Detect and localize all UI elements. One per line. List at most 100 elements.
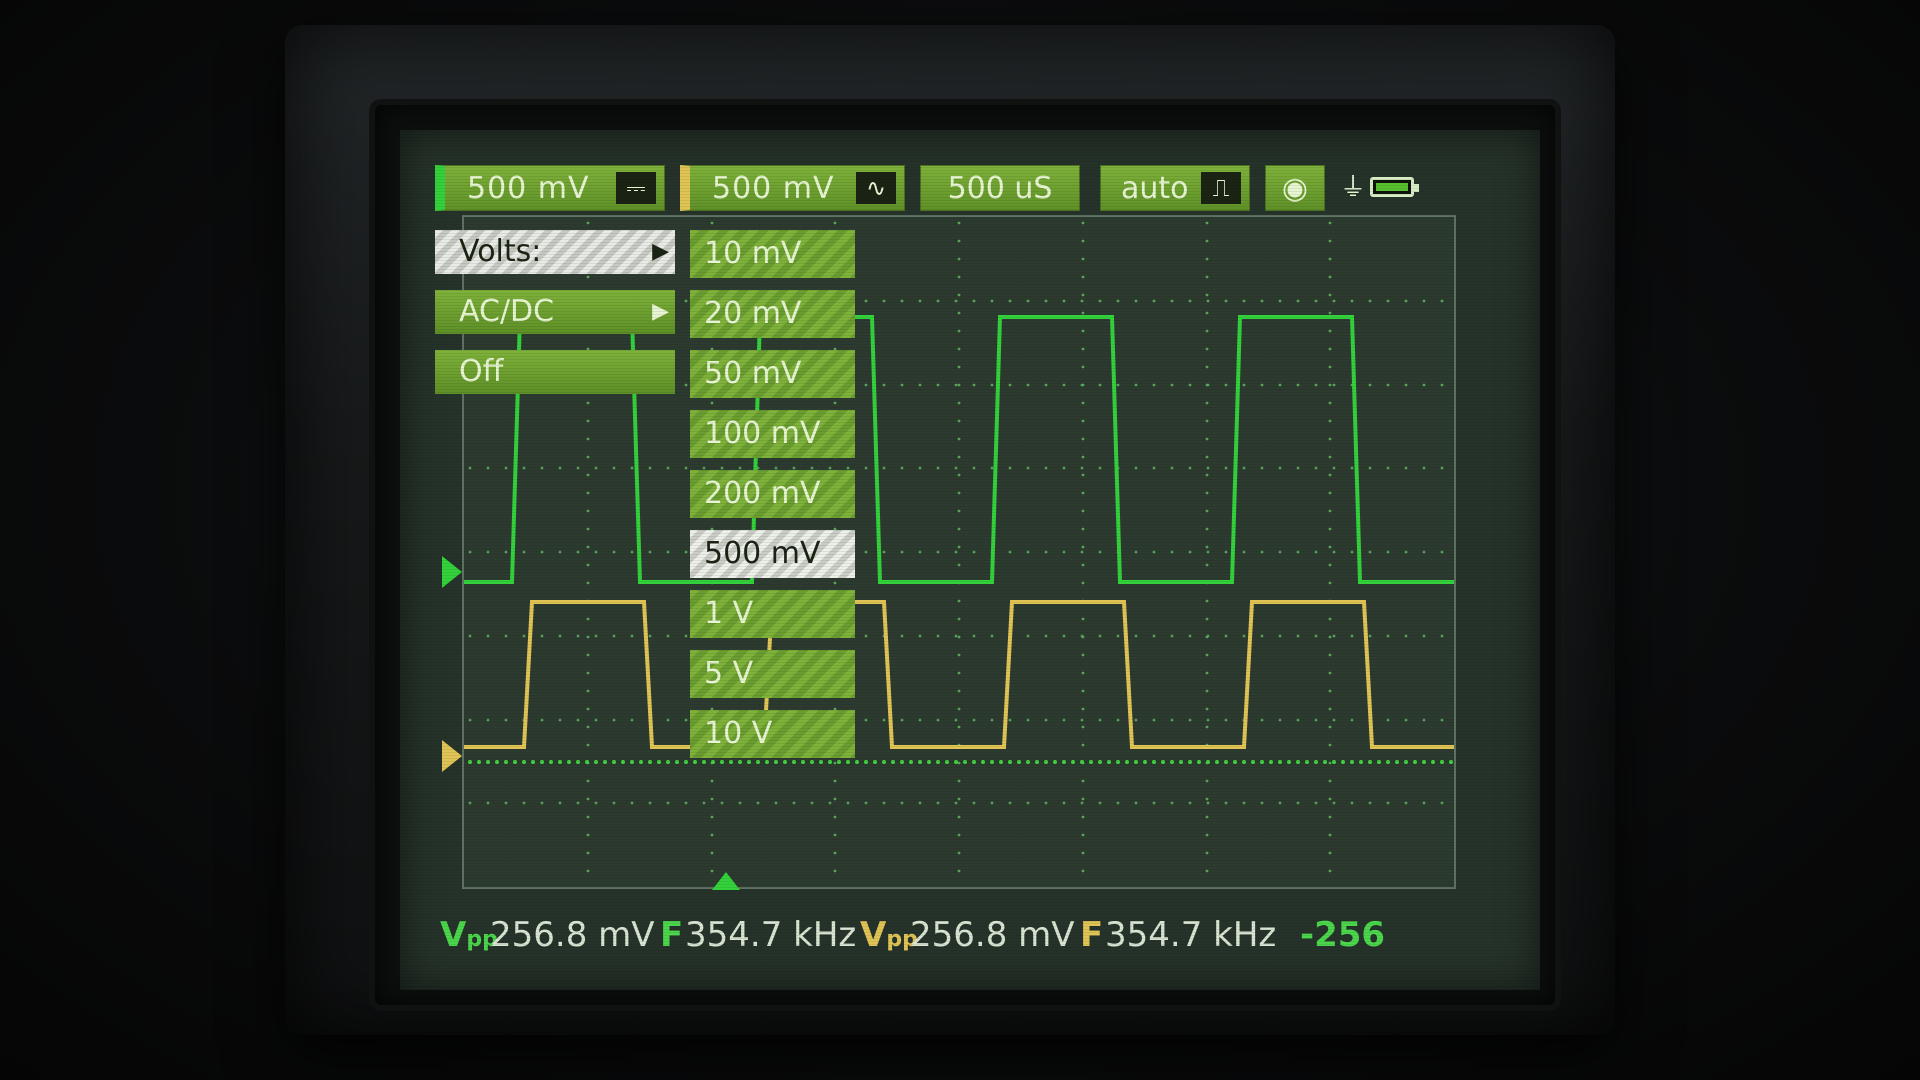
ground-reference-dot: [945, 760, 949, 764]
grid-dot: [1081, 653, 1085, 657]
menu-item-label: AC/DC: [459, 294, 555, 329]
grid-dot: [1440, 550, 1444, 554]
menu-item-volts[interactable]: Volts: ▶: [435, 230, 675, 274]
grid-dot: [882, 801, 886, 805]
grid-dot: [1260, 466, 1264, 470]
grid-dot: [1328, 671, 1332, 675]
volts-option[interactable]: 5 V: [690, 650, 855, 698]
grid-dot: [612, 718, 616, 722]
grid-dot: [1134, 550, 1138, 554]
grid-dot: [1081, 473, 1085, 477]
grid-dot: [684, 383, 688, 387]
grid-dot: [1116, 299, 1120, 303]
oscilloscope-device: 500 mV ⎓ 500 mV ∿ 500 uS auto ⎍ ◉ ⏚ Volt…: [0, 0, 1920, 1080]
ground-reference-dot: [1089, 760, 1093, 764]
volts-option[interactable]: 200 mV: [690, 470, 855, 518]
grid-dot: [882, 466, 886, 470]
grid-dot: [1368, 801, 1372, 805]
timebase-button[interactable]: 500 uS: [920, 165, 1080, 211]
grid-dot: [1116, 718, 1120, 722]
ch2-level-marker[interactable]: [442, 740, 462, 772]
grid-dot: [1296, 299, 1300, 303]
volts-option[interactable]: 20 mV: [690, 290, 855, 338]
grid-dot: [1008, 466, 1012, 470]
ground-reference-dot: [594, 760, 598, 764]
grid-dot: [828, 801, 832, 805]
volts-option[interactable]: 100 mV: [690, 410, 855, 458]
grid-dot: [1062, 383, 1066, 387]
volts-option[interactable]: 50 mV: [690, 350, 855, 398]
trigger-position-marker[interactable]: [712, 872, 740, 890]
ground-reference-dot: [1125, 760, 1129, 764]
grid-dot: [684, 634, 688, 638]
grid-dot: [1152, 634, 1156, 638]
grid-dot: [1206, 299, 1210, 303]
grid-dot: [1098, 466, 1102, 470]
menu-item-label: Off: [459, 354, 504, 389]
grid-dot: [957, 761, 961, 765]
grid-dot: [1328, 689, 1332, 693]
grid-dot: [1188, 718, 1192, 722]
ground-reference-dot: [612, 760, 616, 764]
ch1-freq-label: F: [660, 915, 684, 955]
ground-reference-dot: [1080, 760, 1084, 764]
grid-dot: [586, 545, 590, 549]
ground-reference-dot: [477, 760, 481, 764]
ch2-scale-button[interactable]: 500 mV ∿: [680, 165, 905, 211]
ground-reference-dot: [954, 760, 958, 764]
grid-dot: [1328, 653, 1332, 657]
trigger-mode-button[interactable]: auto ⎍: [1100, 165, 1250, 211]
grid-dot: [594, 718, 598, 722]
menu-item-ac-dc[interactable]: AC/DC ▶: [435, 290, 675, 334]
volts-submenu: 10 mV 20 mV 50 mV 100 mV 200 mV 500 mV 1…: [690, 230, 855, 770]
grid-dot: [666, 634, 670, 638]
grid-dot: [1314, 550, 1318, 554]
grid-dot: [594, 801, 598, 805]
grid-dot: [586, 851, 590, 855]
ch1-scale-button[interactable]: 500 mV ⎓: [435, 165, 665, 211]
volts-option[interactable]: 10 V: [690, 710, 855, 758]
grid-dot: [1081, 455, 1085, 459]
grid-dot: [957, 365, 961, 369]
grid-dot: [504, 550, 508, 554]
volts-option-selected[interactable]: 500 mV: [690, 530, 855, 578]
ground-reference-dot: [657, 760, 661, 764]
ground-reference-dot: [621, 760, 625, 764]
grid-dot: [1080, 466, 1084, 470]
ground-reference-dot: [468, 760, 472, 764]
grid-dot: [1134, 383, 1138, 387]
grid-dot: [1278, 718, 1282, 722]
volts-option[interactable]: 10 mV: [690, 230, 855, 278]
grid-dot: [972, 801, 976, 805]
offset-readout: -256: [1300, 915, 1386, 955]
grid-dot: [1188, 466, 1192, 470]
ac-coupling-icon: ∿: [856, 172, 896, 204]
ground-reference-dot: [1404, 760, 1408, 764]
screenshot-button[interactable]: ◉: [1265, 165, 1325, 211]
grid-dot: [1081, 365, 1085, 369]
grid-dot: [612, 801, 616, 805]
grid-dot: [1205, 311, 1209, 315]
grid-dot: [1081, 743, 1085, 747]
grid-dot: [833, 815, 837, 819]
grid-dot: [1081, 797, 1085, 801]
volts-option[interactable]: 1 V: [690, 590, 855, 638]
grid-dot: [1205, 527, 1209, 531]
grid-dot: [972, 718, 976, 722]
ground-reference-dot: [585, 760, 589, 764]
grid-dot: [1205, 851, 1209, 855]
grid-dot: [918, 634, 922, 638]
grid-dot: [1116, 383, 1120, 387]
grid-dot: [710, 815, 714, 819]
grid-dot: [918, 718, 922, 722]
grid-dot: [1170, 466, 1174, 470]
ground-reference-dot: [630, 760, 634, 764]
grid-dot: [1332, 383, 1336, 387]
grid-dot: [710, 797, 714, 801]
menu-item-off[interactable]: Off: [435, 350, 675, 394]
grid-dot: [936, 550, 940, 554]
ch1-level-marker[interactable]: [442, 556, 462, 588]
grid-dot: [648, 550, 652, 554]
grid-dot: [1422, 801, 1426, 805]
grid-dot: [1242, 801, 1246, 805]
